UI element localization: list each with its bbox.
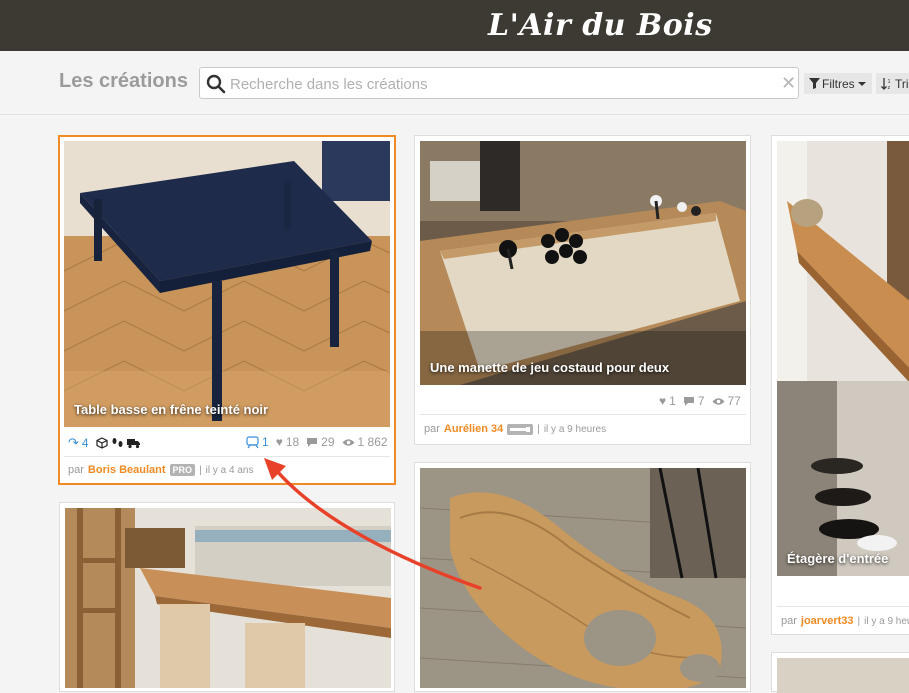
separator: |	[199, 464, 202, 476]
search-box: ✕	[199, 67, 799, 99]
pro-badge: PRO	[169, 464, 196, 476]
creation-card[interactable]: Étagère d'entrée par joarvert33 | il y a…	[771, 135, 909, 635]
creation-title[interactable]: Étagère d'entrée	[787, 551, 888, 566]
creation-photo[interactable]	[420, 468, 746, 688]
svg-text:z: z	[888, 85, 891, 90]
creation-stats: ↷ 4	[68, 435, 141, 451]
by-label: par	[424, 423, 440, 435]
comment-count: 29	[321, 435, 335, 449]
creation-photo[interactable]	[777, 658, 909, 693]
sort-button[interactable]: 1 z Tri	[876, 73, 909, 94]
coffee-table-image	[64, 141, 390, 427]
view-count: 77	[727, 394, 741, 408]
search-input[interactable]	[230, 72, 770, 96]
page-title: Les créations	[59, 70, 188, 92]
level-badge-icon	[507, 423, 534, 435]
entry-shelf-image	[777, 141, 909, 576]
comment-count: 7	[697, 394, 705, 408]
creation-photo[interactable]: Table basse en frêne teinté noir	[64, 141, 390, 427]
comment-icon	[307, 437, 318, 447]
desk-image	[65, 508, 391, 688]
sort-icon: 1 z	[881, 78, 891, 90]
site-logo[interactable]: L'Air du Bois	[488, 8, 713, 43]
eye-icon	[712, 397, 724, 405]
repost-icon[interactable]: ↷	[68, 435, 79, 451]
bookmark-count: 1	[262, 435, 269, 449]
comment-icon	[683, 396, 694, 406]
author-link[interactable]: Aurélien 34	[444, 423, 503, 435]
creation-card[interactable]	[414, 462, 751, 692]
card-divider	[420, 414, 746, 415]
repost-count: 4	[81, 436, 89, 450]
creation-card[interactable]: Table basse en frêne teinté noir ↷ 4 1 ♥…	[58, 135, 396, 485]
card-divider	[64, 456, 390, 457]
separator: |	[537, 423, 540, 435]
cube-icon	[95, 437, 108, 449]
chevron-down-icon	[857, 81, 866, 86]
arcade-controller-image	[420, 141, 746, 385]
by-label: par	[68, 464, 84, 476]
eye-icon	[342, 438, 355, 446]
filters-button[interactable]: Filtres	[804, 73, 872, 94]
creation-card[interactable]	[59, 502, 395, 692]
top-header: L'Air du Bois	[0, 0, 909, 51]
timestamp: il y a 4 ans	[205, 464, 254, 476]
author-link[interactable]: joarvert33	[801, 615, 854, 627]
creation-counters: ♥ 1 7 77	[659, 394, 741, 408]
separator: |	[857, 615, 861, 627]
author-line: par Boris Beaulant PRO | il y a 4 ans	[68, 464, 253, 476]
author-link[interactable]: Boris Beaulant	[88, 464, 166, 476]
filter-icon	[809, 78, 820, 89]
creation-title[interactable]: Une manette de jeu costaud pour deux	[430, 360, 669, 375]
heart-icon[interactable]: ♥	[659, 394, 666, 408]
timestamp: il y a 9 heures	[543, 423, 607, 435]
bookmark-icon[interactable]	[246, 435, 259, 449]
footprints-icon	[112, 438, 123, 447]
creation-photo[interactable]: Une manette de jeu costaud pour deux	[420, 141, 746, 385]
truck-icon	[126, 439, 140, 449]
card-divider	[777, 606, 909, 607]
author-line: par joarvert33 | il y a 9 heures	[781, 615, 909, 627]
sort-label: Tri	[895, 76, 909, 91]
filters-label: Filtres	[822, 76, 855, 91]
timestamp: il y a 9 heures	[864, 615, 909, 627]
clear-icon[interactable]: ✕	[781, 73, 796, 93]
wood-board-image	[420, 468, 746, 688]
heart-icon[interactable]: ♥	[276, 435, 283, 449]
creation-title[interactable]: Table basse en frêne teinté noir	[74, 402, 268, 417]
creation-card[interactable]: Une manette de jeu costaud pour deux ♥ 1…	[414, 135, 751, 445]
by-label: par	[781, 615, 797, 627]
creation-photo[interactable]: Étagère d'entrée	[777, 141, 909, 576]
creation-photo[interactable]	[65, 508, 391, 688]
like-count: 1	[669, 394, 676, 408]
like-count: 18	[285, 435, 300, 449]
view-count: 1 862	[357, 435, 388, 449]
creation-card[interactable]	[771, 652, 909, 693]
author-line: par Aurélien 34 | il y a 9 heures	[424, 423, 606, 435]
creation-counters: 1 ♥ 18 29 1 862	[246, 435, 388, 449]
search-icon	[206, 74, 226, 94]
